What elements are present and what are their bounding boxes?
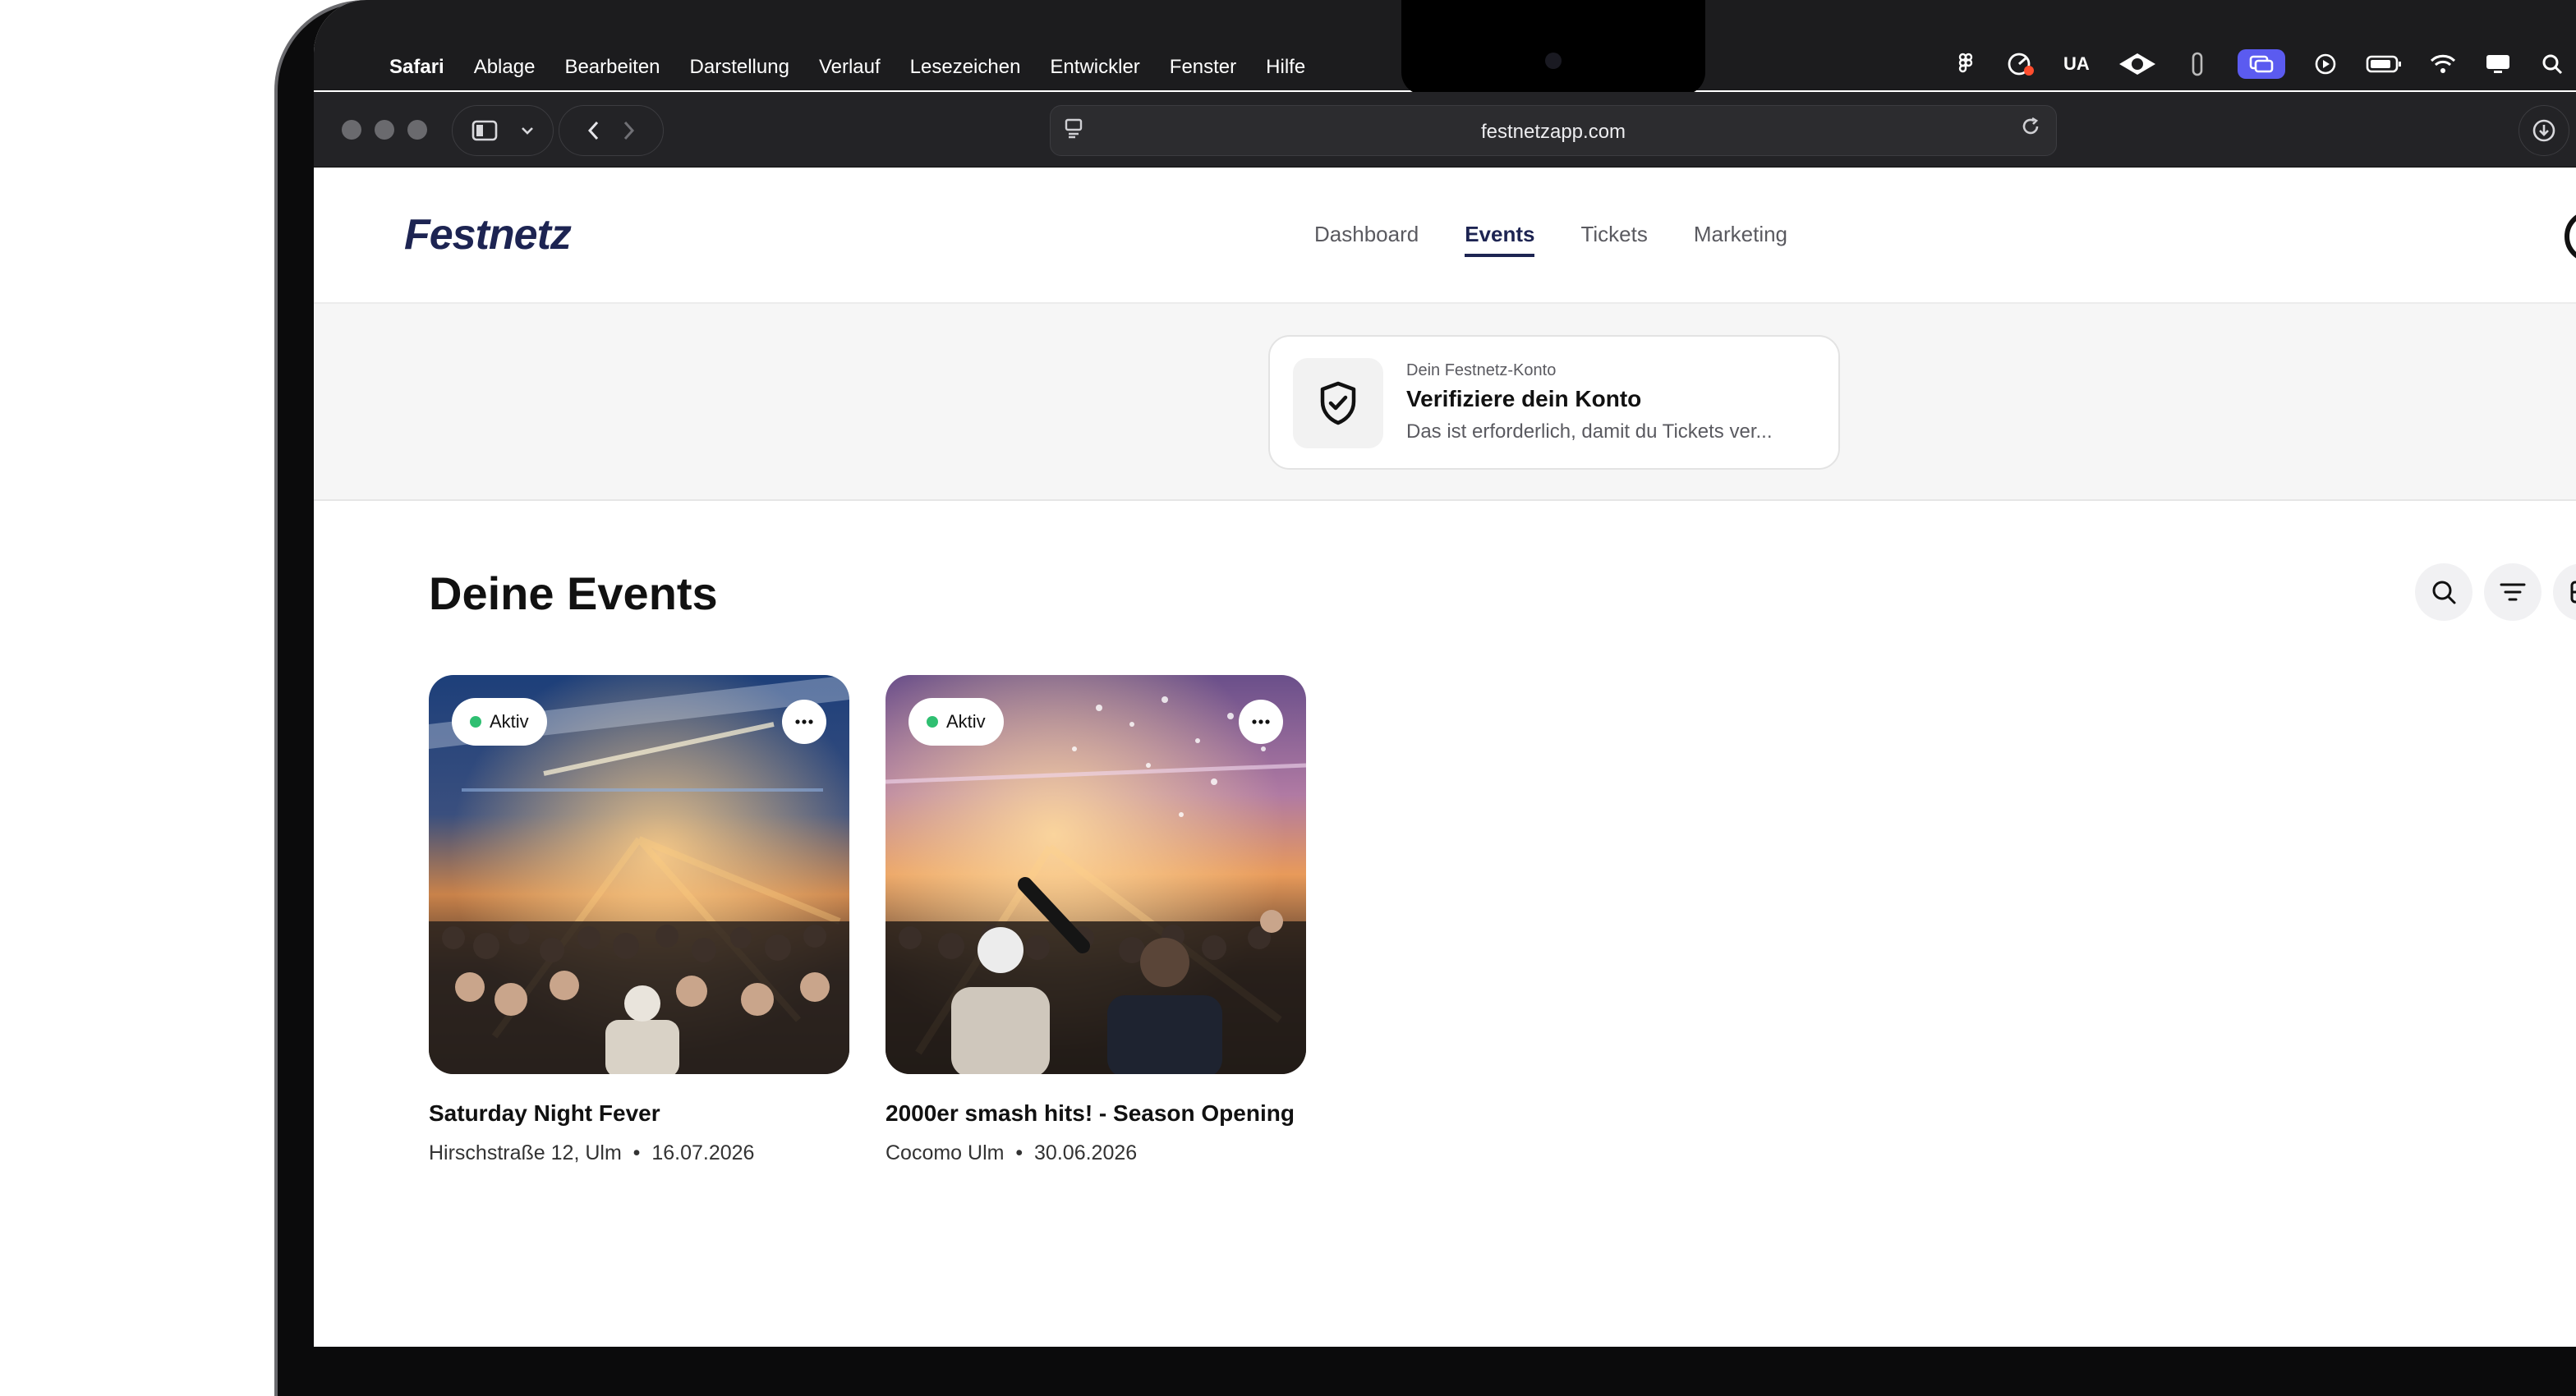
menu-hilfe[interactable]: Hilfe [1266,56,1305,79]
sidebar-toggle-button[interactable] [452,105,554,156]
event-name[interactable]: Saturday Night Fever [429,1100,849,1127]
menu-lesezeichen[interactable]: Lesezeichen [910,56,1021,79]
event-location: Cocomo Ulm [886,1141,1005,1164]
menu-verlauf[interactable]: Verlauf [819,56,881,79]
event-image[interactable]: Aktiv [429,675,849,1074]
diamond-icon[interactable] [2118,49,2157,79]
menu-entwickler[interactable]: Entwickler [1050,56,1139,79]
event-date: 30.06.2026 [1034,1141,1138,1164]
nav-events[interactable]: Events [1465,222,1535,257]
reload-icon[interactable] [2020,116,2041,143]
battery-icon[interactable] [2366,49,2402,79]
downloads-button[interactable] [2518,105,2569,156]
more-icon [795,719,813,724]
camera-notch [1401,0,1705,95]
status-badge: Aktiv [452,698,547,746]
verify-subtitle: Das ist erforderlich, damit du Tickets v… [1406,420,1773,443]
menu-bar: Safari Ablage Bearbeiten Darstellung Ver… [314,0,2576,95]
menu-darstellung[interactable]: Darstellung [690,56,789,79]
event-name[interactable]: 2000er smash hits! - Season Opening [886,1100,1306,1127]
menu-list: Safari Ablage Bearbeiten Darstellung Ver… [389,56,1305,79]
meta-separator: • [1004,1141,1035,1164]
grid-icon [2570,581,2576,604]
event-date: 16.07.2026 [651,1141,755,1164]
paperclip-icon[interactable] [2185,49,2210,79]
status-label: Aktiv [946,711,986,732]
menu-bearbeiten[interactable]: Bearbeiten [564,56,660,79]
event-meta: Hirschstraße 12, Ulm • 16.07.2026 [429,1141,849,1165]
event-location: Hirschstraße 12, Ulm [429,1141,622,1164]
gauge-icon[interactable] [2006,49,2036,79]
sidebar-icon [472,120,498,141]
filter-icon [2500,583,2526,601]
verification-banner: Dein Festnetz-Konto Verifiziere dein Kon… [314,304,2576,501]
more-icon [1252,719,1270,724]
more-options-button[interactable] [782,700,826,744]
filter-button[interactable] [2484,563,2542,621]
more-options-button[interactable] [1239,700,1283,744]
nav-dashboard[interactable]: Dashboard [1314,222,1419,257]
screen: Safari Ablage Bearbeiten Darstellung Ver… [314,0,2576,1347]
main-nav: Dashboard Events Tickets Marketing [1314,222,1787,257]
wifi-icon[interactable] [2430,49,2456,79]
event-image[interactable]: Aktiv [886,675,1306,1074]
event-meta: Cocomo Ulm • 30.06.2026 [886,1141,1306,1165]
event-card[interactable]: Aktiv Saturday Night Fever Hirschstraße … [429,675,849,1165]
chevron-down-icon [522,127,533,135]
events-toolbar [2415,563,2576,621]
window-minimize-button[interactable] [375,120,394,140]
festnetz-logo[interactable]: Festnetz [404,210,572,259]
address-bar[interactable]: festnetzapp.com [1050,105,2057,156]
status-dot [927,716,938,728]
verify-kicker: Dein Festnetz-Konto [1406,361,1557,379]
nav-tickets[interactable]: Tickets [1580,222,1647,257]
play-circle-icon[interactable] [2313,49,2338,79]
menu-ablage[interactable]: Ablage [474,56,536,79]
nav-marketing[interactable]: Marketing [1694,222,1787,257]
search-icon [2432,581,2456,604]
verify-title: Verifiziere dein Konto [1406,386,1642,411]
app-header: Festnetz Dashboard Events Tickets Market… [314,168,2576,304]
search-icon[interactable] [2540,49,2564,79]
display-icon[interactable] [2484,49,2512,79]
camera-icon [1545,53,1562,69]
event-card[interactable]: Aktiv 2000er smash hits! - Season Openin… [886,675,1306,1165]
forward-button[interactable] [623,120,636,141]
url-text[interactable]: festnetzapp.com [1051,121,2056,144]
history-nav [559,105,664,156]
status-label: Aktiv [490,711,529,732]
search-button[interactable] [2415,563,2472,621]
ua-tray-label[interactable]: UA [2063,49,2090,79]
window-close-button[interactable] [342,120,361,140]
status-tray: UA [1953,49,2576,79]
menu-app-name[interactable]: Safari [389,56,444,79]
meta-separator: • [621,1141,652,1164]
menu-fenster[interactable]: Fenster [1170,56,1236,79]
status-badge: Aktiv [908,698,1004,746]
window-switch-icon[interactable] [2237,49,2285,79]
page-title: Deine Events [429,567,718,619]
window-zoom-button[interactable] [407,120,427,140]
download-icon [2532,119,2555,142]
avatar[interactable] [2564,210,2576,263]
verify-account-card[interactable]: Dein Festnetz-Konto Verifiziere dein Kon… [1268,335,1840,470]
view-toggle-button[interactable] [2553,563,2576,621]
figma-icon[interactable] [1953,49,1978,79]
shield-check-icon [1293,358,1383,448]
status-dot [470,716,481,728]
back-button[interactable] [586,120,600,141]
